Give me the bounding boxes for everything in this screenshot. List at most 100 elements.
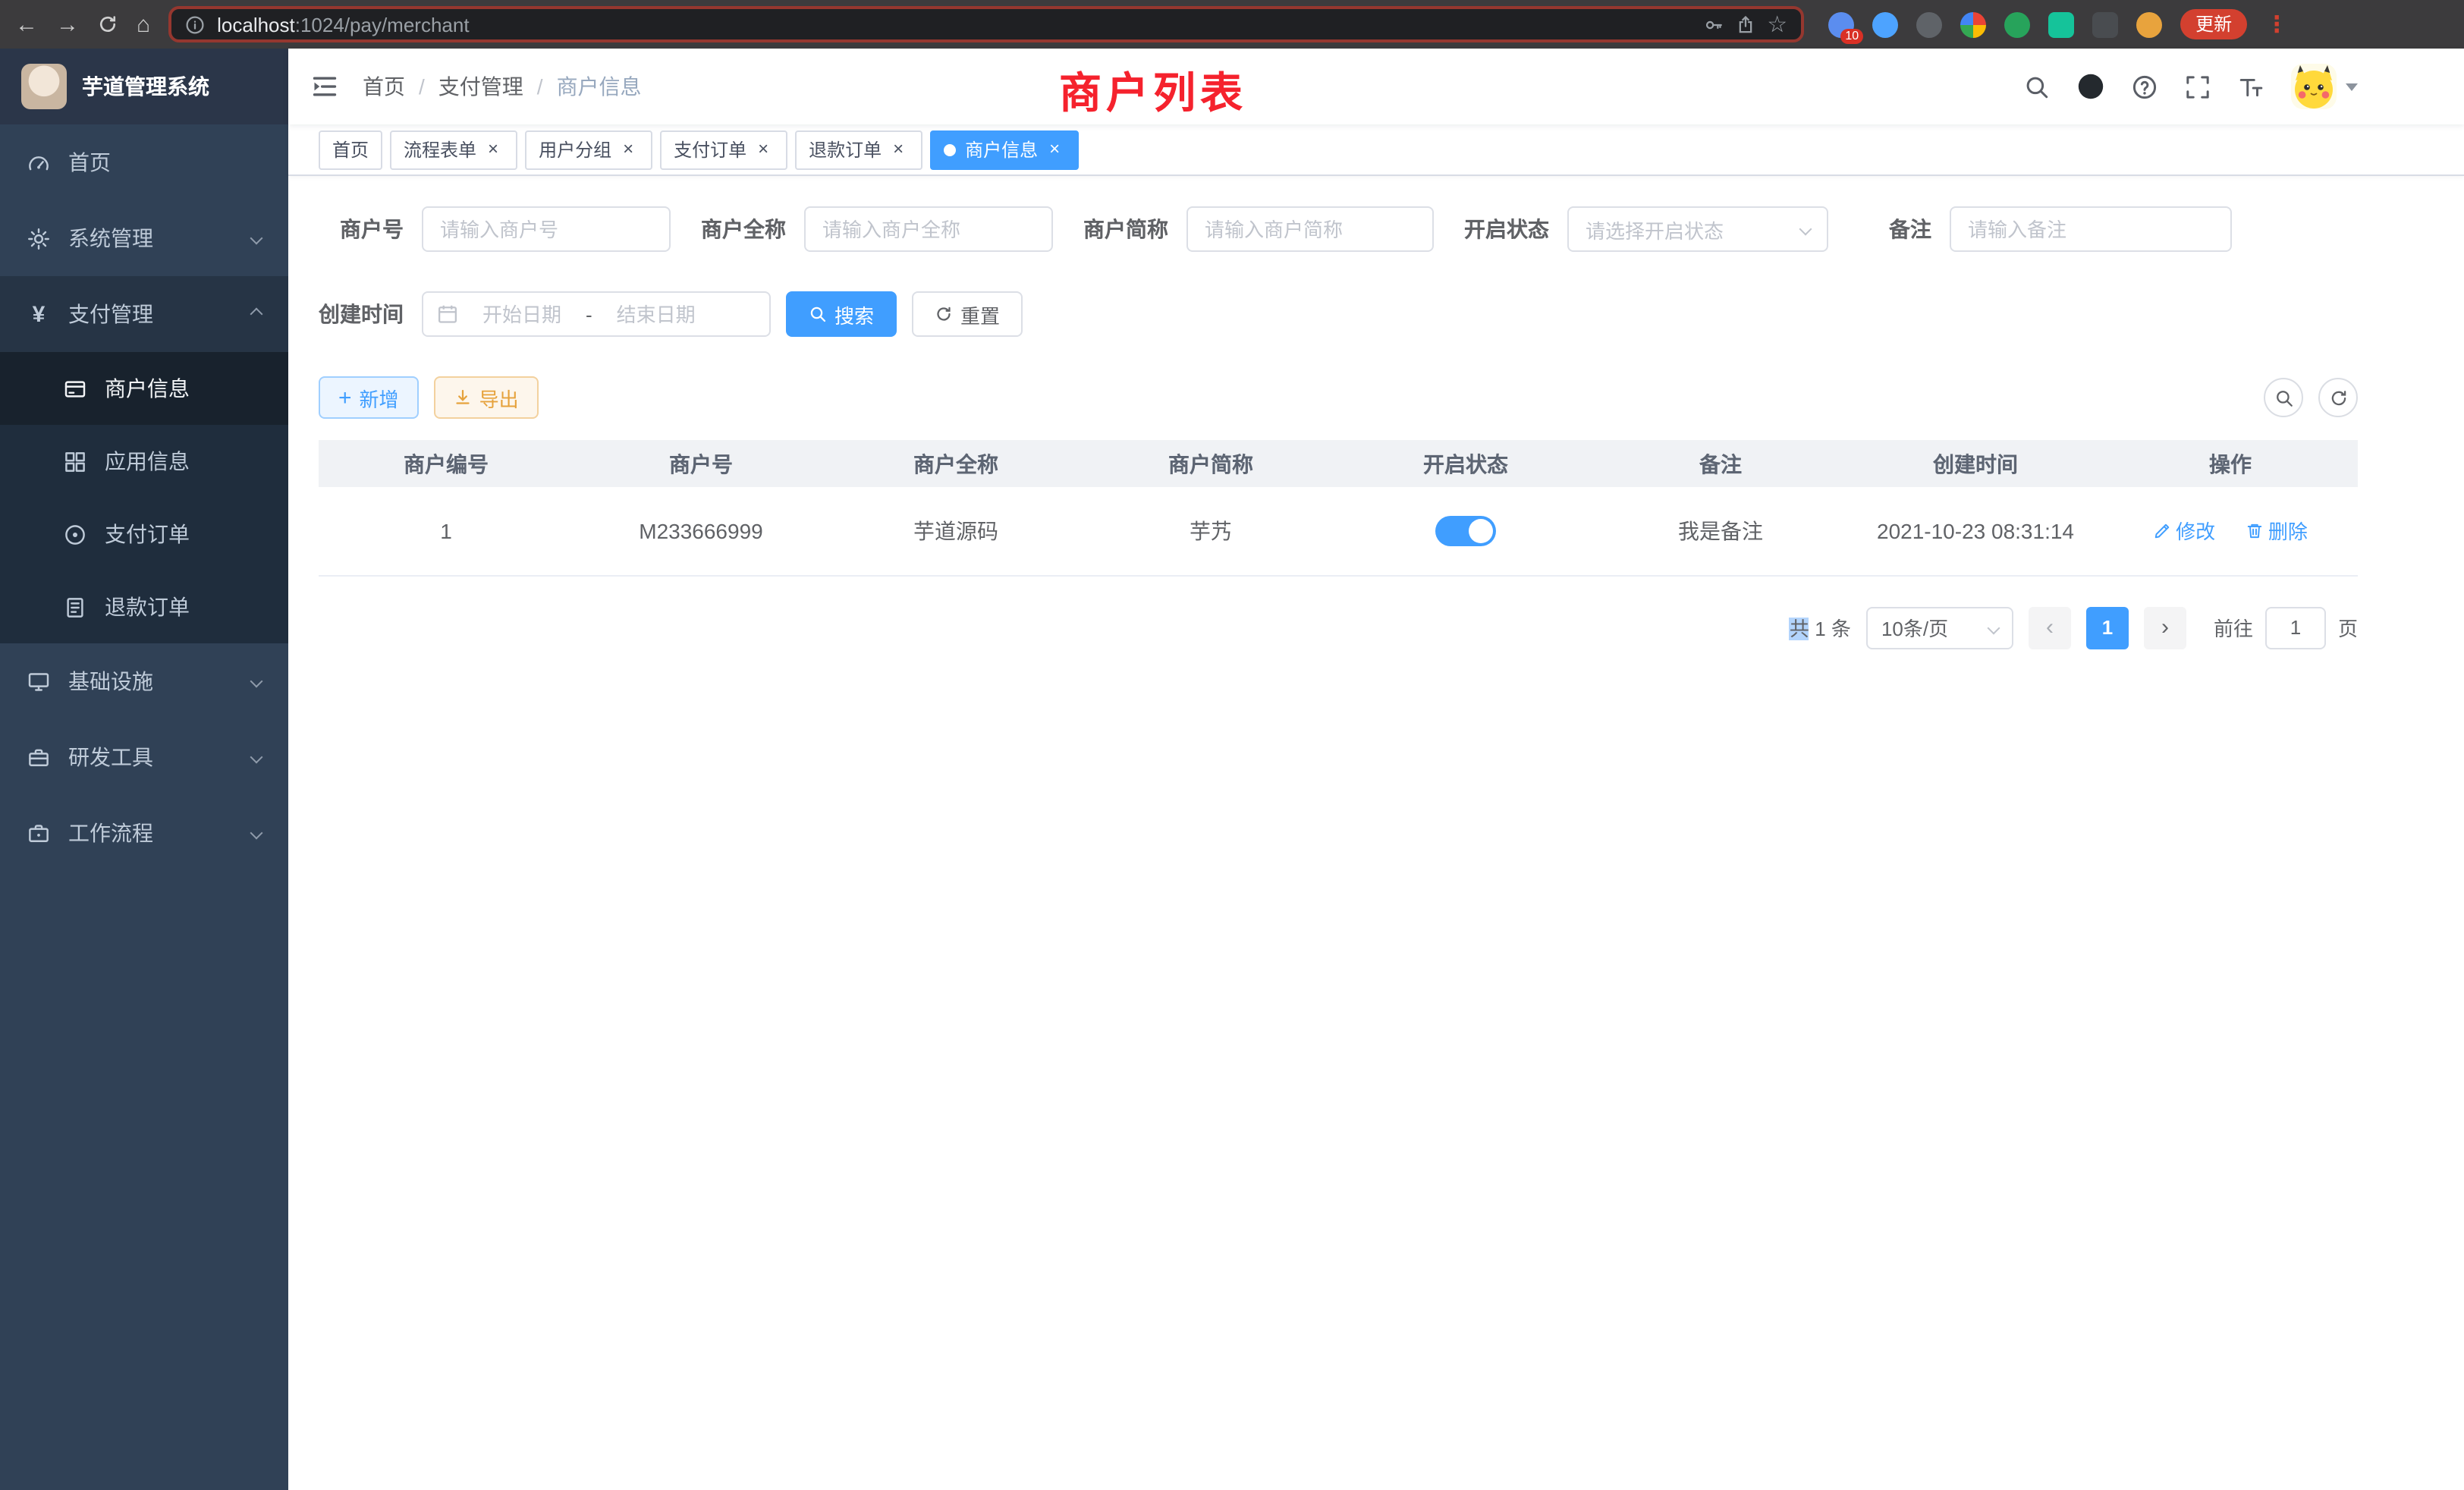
table-toolbar: + 新增 导出 xyxy=(319,376,2358,419)
close-icon[interactable]: × xyxy=(482,139,504,160)
sidebar-item-infrastructure[interactable]: 基础设施 xyxy=(0,643,288,719)
hamburger-icon[interactable] xyxy=(311,73,338,100)
short-name-label: 商户简称 xyxy=(1083,214,1186,244)
short-name-input[interactable] xyxy=(1186,206,1434,252)
payment-submenu: 商户信息 应用信息 支付订单 退款订单 xyxy=(0,352,288,643)
tab-home[interactable]: 首页 xyxy=(319,130,382,169)
col-full-name: 商户全称 xyxy=(828,440,1083,487)
prev-page-button[interactable]: ‹ xyxy=(2029,606,2071,649)
sidebar-item-devtools[interactable]: 研发工具 xyxy=(0,719,288,795)
dashboard-icon xyxy=(27,151,50,174)
page-size-select[interactable]: 10条/页 xyxy=(1866,606,2013,649)
add-button[interactable]: + 新增 xyxy=(319,376,419,419)
extension-icon[interactable] xyxy=(1872,11,1898,37)
share-icon[interactable] xyxy=(1735,14,1755,34)
cell-status xyxy=(1338,487,1593,575)
tab-pay-order[interactable]: 支付订单× xyxy=(660,130,787,169)
star-icon[interactable]: ☆ xyxy=(1767,11,1787,38)
cell-merchant-no: M233666999 xyxy=(574,487,828,575)
extension-icon[interactable] xyxy=(1916,11,1942,37)
create-time-range-picker[interactable]: - xyxy=(422,291,771,337)
next-page-button[interactable]: › xyxy=(2144,606,2186,649)
breadcrumb-payment[interactable]: 支付管理 xyxy=(438,71,523,102)
full-name-label: 商户全称 xyxy=(701,214,804,244)
page-number-1[interactable]: 1 xyxy=(2086,606,2129,649)
sidebar-item-home[interactable]: 首页 xyxy=(0,124,288,200)
chevron-down-icon xyxy=(1989,623,1998,632)
back-icon[interactable]: ← xyxy=(15,13,38,36)
address-bar[interactable]: localhost:1024/pay/merchant ☆ xyxy=(168,6,1804,42)
fullscreen-icon[interactable] xyxy=(2185,74,2211,99)
refresh-icon[interactable] xyxy=(97,14,118,35)
search-button[interactable]: 搜索 xyxy=(786,291,897,337)
end-date-input[interactable] xyxy=(599,303,714,325)
sidebar-item-payment[interactable]: ¥ 支付管理 xyxy=(0,276,288,352)
filter-form: 商户号 商户全称 商户简称 开启状态 xyxy=(319,206,2358,337)
remark-input[interactable] xyxy=(1950,206,2232,252)
breadcrumb-home[interactable]: 首页 xyxy=(363,71,405,102)
toggle-search-button[interactable] xyxy=(2264,378,2303,417)
start-date-input[interactable] xyxy=(464,303,580,325)
github-icon[interactable] xyxy=(2077,73,2104,100)
refresh-icon xyxy=(935,305,953,323)
merchant-page: 商户号 商户全称 商户简称 开启状态 xyxy=(288,176,2464,1490)
close-icon[interactable]: × xyxy=(753,139,774,160)
export-button[interactable]: 导出 xyxy=(434,376,539,419)
home-icon[interactable]: ⌂ xyxy=(137,13,150,36)
profile-avatar[interactable] xyxy=(2136,11,2162,37)
full-name-input[interactable] xyxy=(804,206,1053,252)
reset-button[interactable]: 重置 xyxy=(912,291,1023,337)
monitor-icon xyxy=(27,670,50,693)
refresh-table-button[interactable] xyxy=(2318,378,2358,417)
status-select[interactable]: 请选择开启状态 xyxy=(1567,206,1828,252)
tab-refund-order[interactable]: 退款订单× xyxy=(795,130,922,169)
filter-full-name: 商户全称 xyxy=(701,206,1053,252)
edit-icon xyxy=(2153,522,2171,540)
help-icon[interactable] xyxy=(2132,74,2158,99)
merchant-no-input[interactable] xyxy=(422,206,671,252)
extension-icon[interactable] xyxy=(2092,11,2118,37)
col-short-name: 商户简称 xyxy=(1083,440,1338,487)
key-icon[interactable] xyxy=(1703,14,1723,34)
briefcase-icon xyxy=(27,822,50,844)
forward-icon[interactable]: → xyxy=(56,13,79,36)
font-size-icon[interactable] xyxy=(2238,74,2264,99)
user-menu[interactable] xyxy=(2291,64,2358,109)
close-icon[interactable]: × xyxy=(1044,139,1065,160)
edit-link[interactable]: 修改 xyxy=(2153,517,2215,545)
extension-icon[interactable]: 10 xyxy=(1828,11,1854,37)
extension-icon[interactable] xyxy=(1960,11,1986,37)
tab-user-group[interactable]: 用户分组× xyxy=(525,130,652,169)
tab-merchant-info[interactable]: 商户信息× xyxy=(930,130,1079,169)
sidebar-subitem-refund-order[interactable]: 退款订单 xyxy=(0,571,288,643)
filter-merchant-no: 商户号 xyxy=(319,206,671,252)
plus-icon: + xyxy=(338,386,352,409)
extension-icon[interactable] xyxy=(2004,11,2030,37)
grid-icon xyxy=(64,450,86,473)
goto-page-input[interactable] xyxy=(2265,606,2326,649)
breadcrumb: 首页 / 支付管理 / 商户信息 xyxy=(363,71,642,102)
merchant-no-label: 商户号 xyxy=(319,214,422,244)
delete-link[interactable]: 删除 xyxy=(2246,517,2308,545)
sidebar-subitem-app-info[interactable]: 应用信息 xyxy=(0,425,288,498)
tab-process-form[interactable]: 流程表单× xyxy=(390,130,517,169)
cell-create-time: 2021-10-23 08:31:14 xyxy=(1848,487,2103,575)
chrome-update-button[interactable]: 更新 xyxy=(2180,9,2247,39)
app-logo[interactable]: 芋道管理系统 xyxy=(0,49,288,124)
col-create-time: 创建时间 xyxy=(1848,440,2103,487)
sidebar-item-label: 首页 xyxy=(68,147,111,178)
table-header-row: 商户编号 商户号 商户全称 商户简称 开启状态 备注 创建时间 操作 xyxy=(319,440,2358,487)
sidebar-item-workflow[interactable]: 工作流程 xyxy=(0,795,288,871)
info-icon[interactable] xyxy=(185,14,205,34)
cell-actions: 修改 删除 xyxy=(2103,487,2358,575)
status-toggle[interactable] xyxy=(1435,516,1496,546)
breadcrumb-current: 商户信息 xyxy=(557,71,642,102)
sidebar-item-system[interactable]: 系统管理 xyxy=(0,200,288,276)
close-icon[interactable]: × xyxy=(888,139,909,160)
sidebar-subitem-pay-order[interactable]: 支付订单 xyxy=(0,498,288,571)
extension-icon[interactable] xyxy=(2048,11,2074,37)
sidebar-subitem-merchant-info[interactable]: 商户信息 xyxy=(0,352,288,425)
more-icon[interactable]: ⋮ xyxy=(2265,11,2288,38)
close-icon[interactable]: × xyxy=(618,139,639,160)
search-icon[interactable] xyxy=(2024,74,2050,99)
